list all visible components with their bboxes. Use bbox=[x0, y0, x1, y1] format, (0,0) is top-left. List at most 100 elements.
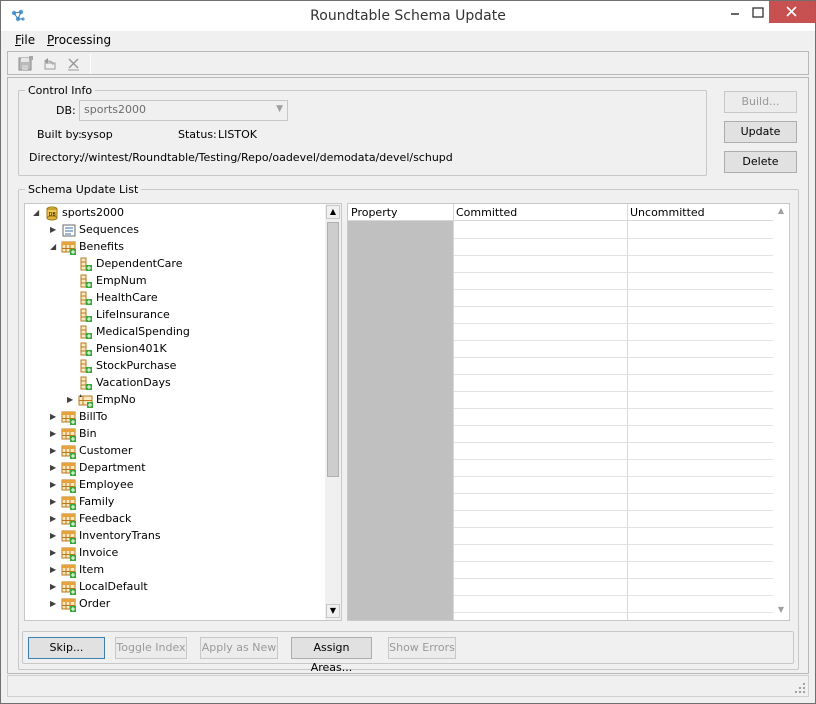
tree-item[interactable]: StockPurchase bbox=[25, 358, 325, 375]
minimize-button[interactable] bbox=[721, 1, 749, 25]
tree-item[interactable]: ▶ Customer bbox=[25, 443, 325, 460]
menu-processing[interactable]: Processing bbox=[47, 33, 111, 47]
property-grid[interactable]: Property Committed Uncommitted bbox=[347, 203, 790, 621]
tree-item[interactable]: EmpNum bbox=[25, 273, 325, 290]
toggle-index-button[interactable]: Toggle Index bbox=[115, 637, 187, 659]
tree-item[interactable]: ▶ Sequences bbox=[25, 222, 325, 239]
tree-item[interactable]: ▶ EmpNo bbox=[25, 392, 325, 409]
tree-expand-icon[interactable]: ▶ bbox=[67, 395, 75, 405]
table-icon bbox=[61, 495, 77, 510]
tree-collapse-icon[interactable]: ◢ bbox=[33, 208, 41, 218]
tree-item[interactable]: ▶ Item bbox=[25, 562, 325, 579]
tree-scrollbar[interactable]: ▲ ▼ bbox=[325, 204, 341, 620]
grid-header-committed[interactable]: Committed bbox=[456, 206, 517, 219]
tree-item[interactable]: ▶ Bin bbox=[25, 426, 325, 443]
tree-expand-icon[interactable]: ▶ bbox=[50, 599, 58, 609]
grid-row-line bbox=[454, 255, 774, 256]
scroll-down-button[interactable]: ▼ bbox=[774, 604, 788, 618]
tree-item[interactable]: ◢ Benefits bbox=[25, 239, 325, 256]
status-bar bbox=[7, 675, 809, 697]
window-title: Roundtable Schema Update bbox=[310, 8, 506, 24]
show-errors-button[interactable]: Show Errors bbox=[388, 637, 456, 659]
scroll-thumb[interactable] bbox=[327, 222, 339, 477]
tree-item-label: Order bbox=[79, 597, 111, 610]
grid-row-line bbox=[454, 595, 774, 596]
grid-scrollbar[interactable]: ▲ ▼ bbox=[773, 204, 789, 620]
tree-expand-icon[interactable]: ▶ bbox=[50, 480, 58, 490]
schema-tree[interactable]: ◢ DB sports2000 ▶ Sequences ◢ Benefits Dependen… bbox=[24, 203, 342, 621]
db-label: DB: bbox=[56, 104, 76, 117]
resize-grip-icon[interactable] bbox=[794, 682, 806, 694]
maximize-button[interactable] bbox=[749, 1, 769, 25]
tree-item[interactable]: MedicalSpending bbox=[25, 324, 325, 341]
update-button[interactable]: Update bbox=[724, 121, 797, 143]
tree-expand-icon[interactable]: ▶ bbox=[50, 412, 58, 422]
tree-collapse-icon[interactable]: ◢ bbox=[50, 242, 58, 252]
tree-item[interactable]: ▶ Family bbox=[25, 494, 325, 511]
skip-button[interactable]: Skip... bbox=[28, 637, 105, 659]
tree-item[interactable]: Pension401K bbox=[25, 341, 325, 358]
field-icon bbox=[78, 257, 94, 272]
directory-label: Directory: bbox=[29, 151, 83, 164]
tree-item[interactable]: ▶ Employee bbox=[25, 477, 325, 494]
menu-file[interactable]: File bbox=[15, 33, 35, 47]
tree-expand-icon[interactable]: ▶ bbox=[50, 497, 58, 507]
tree-item[interactable]: DependentCare bbox=[25, 256, 325, 273]
delete-button[interactable]: Delete bbox=[724, 151, 797, 173]
undo-button[interactable] bbox=[41, 55, 59, 73]
tree-expand-icon[interactable]: ▶ bbox=[50, 548, 58, 558]
tree-expand-icon[interactable]: ▶ bbox=[50, 225, 58, 235]
tree-item-label: Bin bbox=[79, 427, 97, 440]
schema-update-list-legend: Schema Update List bbox=[28, 183, 139, 196]
assign-areas-button[interactable]: Assign Areas... bbox=[291, 637, 372, 674]
grid-header-uncommitted[interactable]: Uncommitted bbox=[630, 206, 705, 219]
close-button[interactable] bbox=[769, 1, 815, 23]
grid-row-line bbox=[454, 306, 774, 307]
build-button[interactable]: Build... bbox=[724, 91, 797, 113]
tree-item-label: Item bbox=[79, 563, 105, 576]
tree-item[interactable]: ▶ Invoice bbox=[25, 545, 325, 562]
tree-item-label: sports2000 bbox=[62, 206, 125, 219]
tree-expand-icon[interactable]: ▶ bbox=[50, 463, 58, 473]
tree-item-label: Benefits bbox=[79, 240, 125, 253]
sequence-icon bbox=[61, 223, 77, 238]
tree-item[interactable]: ◢ DB sports2000 bbox=[25, 205, 325, 222]
field-icon bbox=[78, 325, 94, 340]
tree-item[interactable]: HealthCare bbox=[25, 290, 325, 307]
scroll-up-button[interactable]: ▲ bbox=[774, 205, 788, 219]
tree-item[interactable]: ▶ BillTo bbox=[25, 409, 325, 426]
tree-item[interactable]: VacationDays bbox=[25, 375, 325, 392]
tree-expand-icon[interactable]: ▶ bbox=[50, 429, 58, 439]
tree-item[interactable]: LifeInsurance bbox=[25, 307, 325, 324]
table-icon bbox=[61, 478, 77, 493]
tree-expand-icon[interactable]: ▶ bbox=[50, 531, 58, 541]
tree-item-label: StockPurchase bbox=[96, 359, 177, 372]
title-bar[interactable]: Roundtable Schema Update bbox=[1, 1, 815, 31]
maximize-icon bbox=[752, 7, 764, 18]
tree-expand-icon[interactable]: ▶ bbox=[50, 514, 58, 524]
tree-item-label: Feedback bbox=[79, 512, 132, 525]
tree-item[interactable]: ▶ Department bbox=[25, 460, 325, 477]
grid-header-property[interactable]: Property bbox=[351, 206, 398, 219]
tree-item[interactable]: ▶ Feedback bbox=[25, 511, 325, 528]
tree-item[interactable]: ▶ InventoryTrans bbox=[25, 528, 325, 545]
tree-expand-icon[interactable]: ▶ bbox=[50, 446, 58, 456]
scroll-up-button[interactable]: ▲ bbox=[326, 205, 340, 219]
apply-as-new-button[interactable]: Apply as New bbox=[200, 637, 278, 659]
tree-expand-icon[interactable]: ▶ bbox=[50, 565, 58, 575]
svg-text:DB: DB bbox=[49, 212, 57, 218]
delete-button-toolbar[interactable] bbox=[65, 55, 83, 73]
db-select[interactable]: sports2000 ▼ bbox=[79, 100, 288, 121]
scroll-down-button[interactable]: ▼ bbox=[326, 604, 340, 618]
tree-expand-icon[interactable]: ▶ bbox=[50, 582, 58, 592]
table-icon bbox=[61, 427, 77, 442]
tree-item-label: InventoryTrans bbox=[79, 529, 161, 542]
undo-icon bbox=[44, 58, 56, 70]
tree-item[interactable]: ▶ LocalDefault bbox=[25, 579, 325, 596]
table-icon bbox=[61, 546, 77, 561]
tree-item[interactable]: ▶ Order bbox=[25, 596, 325, 613]
save-button[interactable] bbox=[17, 55, 35, 73]
app-window: Roundtable Schema Update File Processing bbox=[0, 0, 816, 704]
index-icon bbox=[78, 393, 94, 408]
table-icon bbox=[61, 529, 77, 544]
